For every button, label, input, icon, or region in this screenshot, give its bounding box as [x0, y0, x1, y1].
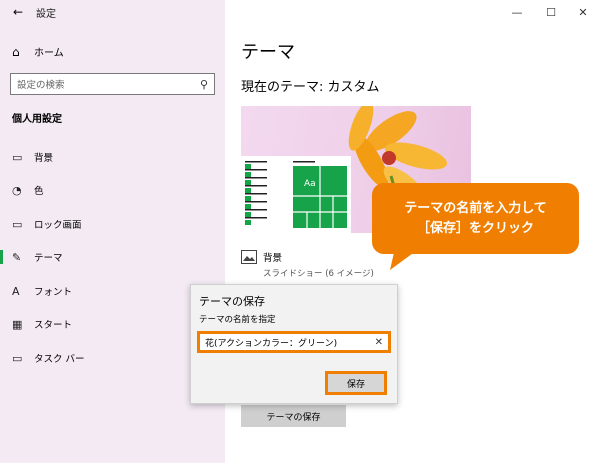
close-icon: ✕: [578, 5, 588, 19]
page-title: テーマ: [241, 42, 295, 63]
search-placeholder: 設定の検索: [17, 80, 65, 91]
section-title: 個人用設定: [12, 114, 62, 125]
minimize-icon: —: [511, 5, 523, 19]
maximize-icon: ☐: [546, 5, 556, 19]
sidebar-item-label: 背景: [34, 153, 54, 164]
instruction-callout: テーマの名前を入力して ［保存］をクリック: [372, 183, 579, 254]
taskbar-icon: ▭: [12, 351, 23, 365]
start-grid-icon: ▦: [12, 317, 23, 331]
theme-brush-icon: ✎: [12, 250, 22, 264]
search-icon: ⚲: [199, 77, 208, 91]
callout-line-1: テーマの名前を入力して: [404, 200, 547, 216]
save-theme-dialog: テーマの保存 テーマの名前を指定 花(アクションカラー：グリーン) ✕ 保存: [190, 284, 398, 404]
sidebar-item-color[interactable]: ◔ 色: [0, 178, 225, 202]
sidebar-item-label: ロック画面: [34, 220, 82, 231]
background-value: スライドショー (6 イメージ): [263, 269, 374, 279]
palette-icon: ◔: [12, 183, 22, 197]
picture-icon: [241, 250, 263, 279]
lock-screen-icon: ▭: [12, 217, 23, 231]
sidebar-item-label: タスク バー: [34, 354, 85, 365]
sidebar-item-label: 色: [34, 186, 44, 197]
sidebar-item-label: テーマ: [34, 253, 63, 264]
window-title: 設定: [36, 8, 56, 20]
maximize-button[interactable]: ☐: [534, 0, 568, 24]
nav-home[interactable]: ⌂ ホーム: [12, 44, 64, 60]
sidebar-item-label: スタート: [34, 320, 73, 331]
dialog-subtitle: テーマの名前を指定: [199, 315, 276, 325]
clear-icon[interactable]: ✕: [375, 337, 383, 348]
dialog-title: テーマの保存: [199, 295, 265, 308]
nav-home-label: ホーム: [34, 48, 64, 59]
background-setting[interactable]: 背景 スライドショー (6 イメージ): [241, 250, 374, 279]
preview-tile-text: Aa: [304, 179, 316, 189]
picture-icon: ▭: [12, 150, 23, 164]
background-label: 背景: [263, 253, 283, 264]
home-icon: ⌂: [12, 44, 20, 59]
theme-name-input[interactable]: 花(アクションカラー：グリーン) ✕: [197, 331, 391, 353]
minimize-button[interactable]: —: [500, 0, 534, 24]
sidebar-item-background[interactable]: ▭ 背景: [0, 145, 225, 169]
save-theme-button[interactable]: テーマの保存: [241, 405, 346, 427]
callout-line-2: ［保存］をクリック: [416, 220, 534, 236]
theme-name-value: 花(アクションカラー：グリーン): [205, 338, 338, 349]
sidebar-item-lock-screen[interactable]: ▭ ロック画面: [0, 212, 225, 236]
sidebar-item-label: フォント: [34, 287, 73, 298]
font-icon: A: [12, 284, 20, 298]
close-button[interactable]: ✕: [566, 0, 600, 24]
save-button[interactable]: 保存: [325, 371, 387, 395]
back-arrow-icon[interactable]: ←: [0, 5, 36, 19]
search-input[interactable]: 設定の検索 ⚲: [10, 73, 215, 95]
sidebar-item-theme[interactable]: ✎ テーマ: [0, 245, 225, 269]
current-theme-label: 現在のテーマ: カスタム: [241, 80, 380, 95]
